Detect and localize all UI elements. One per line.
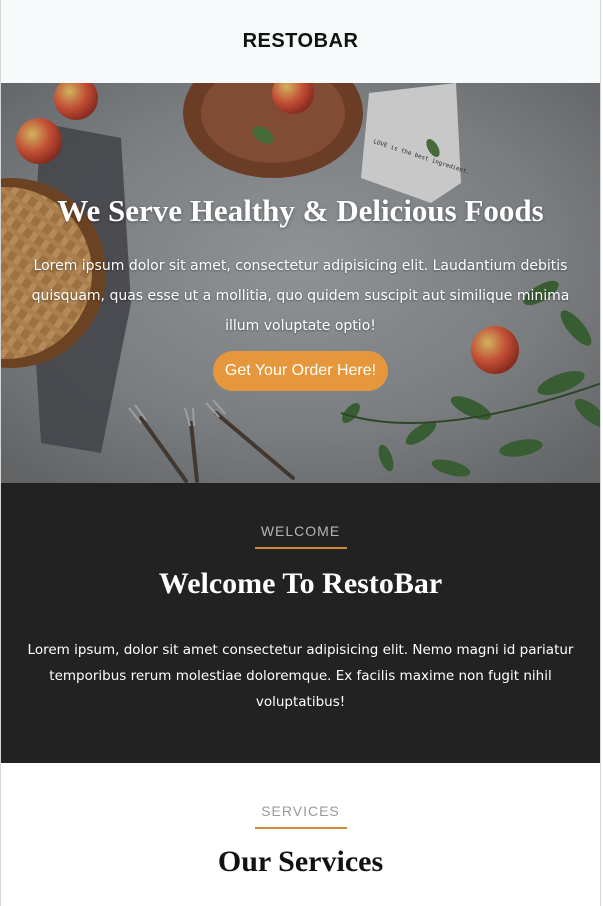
hero-title: We Serve Healthy & Delicious Foods [57,193,544,228]
hero-content: We Serve Healthy & Delicious Foods Lorem… [1,193,600,391]
welcome-description: Lorem ipsum, dolor sit amet consectetur … [27,642,574,710]
services-divider [254,827,347,829]
services-eyebrow: SERVICES [261,803,340,819]
page: RESTOBAR LOVE is the best ingredient. We… [0,0,601,906]
site-header: RESTOBAR [1,0,600,83]
welcome-title: Welcome To RestoBar [158,567,443,600]
order-button[interactable]: Get Your Order Here! [212,351,389,391]
hero-section: LOVE is the best ingredient. We Serve He… [1,83,600,483]
welcome-section: WELCOME Welcome To RestoBar Lorem ipsum,… [1,483,600,763]
brand-logo[interactable]: RESTOBAR [243,30,359,53]
services-title: Our Services [217,845,384,878]
hero-description: Lorem ipsum dolor sit amet, consectetur … [31,258,570,334]
welcome-divider [254,547,347,549]
services-section: SERVICES Our Services [1,763,600,906]
welcome-eyebrow: WELCOME [260,523,341,539]
